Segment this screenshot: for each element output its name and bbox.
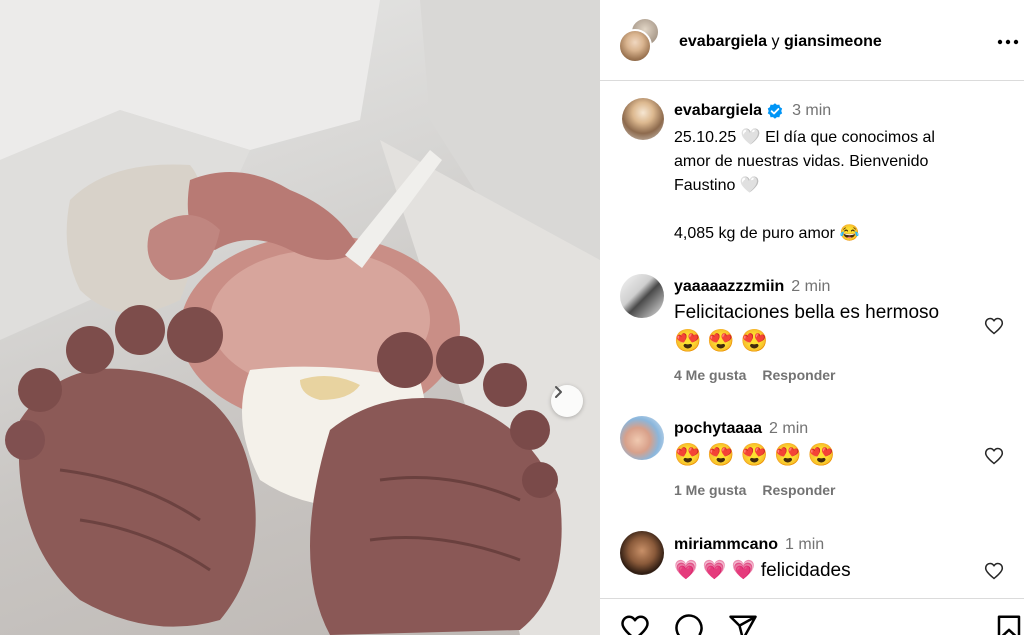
- heart-eyes-emoji-icon: 😍: [740, 328, 769, 353]
- post-header: evabargiela y giansimeone: [600, 0, 1024, 81]
- comment-likes-count[interactable]: 4 Me gusta: [674, 367, 746, 383]
- newborn-feet-photo: [0, 0, 600, 635]
- share-icon[interactable]: [728, 613, 758, 635]
- caption-line: 4,085 kg de puro amor: [674, 225, 835, 242]
- comment-time: 2 min: [791, 278, 831, 295]
- author-joiner: y: [771, 33, 780, 50]
- avatar: [618, 29, 652, 63]
- post-actions-bar: [600, 598, 1024, 635]
- post-authors: evabargiela y giansimeone: [679, 33, 882, 51]
- chevron-right-icon: [555, 386, 562, 398]
- heart-eyes-emoji-icon: 😍: [674, 328, 702, 353]
- pink-heart-emoji-icon: 💗 💗 💗: [674, 560, 756, 581]
- caption-line: amor de nuestras vidas. Bienvenido: [674, 153, 929, 170]
- comment-username[interactable]: yaaaaazzzmiin: [674, 278, 784, 296]
- reply-button[interactable]: Responder: [762, 367, 835, 383]
- next-photo-button[interactable]: [551, 385, 583, 417]
- comment-header: pochytaaaa 2 min: [674, 419, 808, 439]
- comment-meta: 1 Me gusta Responder: [674, 482, 835, 498]
- comment-header: yaaaaazzzmiin 2 min: [674, 277, 830, 297]
- caption-line: El día que conocimos al: [765, 129, 935, 146]
- heart-eyes-emoji-icon: 😍: [774, 442, 802, 467]
- comment-text-body: felicidades: [760, 560, 851, 581]
- author-link[interactable]: giansimeone: [784, 33, 882, 50]
- bookmark-icon[interactable]: [994, 613, 1024, 635]
- verified-badge-icon: [767, 103, 783, 119]
- avatar[interactable]: [620, 531, 664, 575]
- comment-time: 1 min: [785, 536, 825, 553]
- comment-emoji-row: 😍 😍 😍 😍 😍: [674, 442, 835, 468]
- heart-eyes-emoji-icon: 😍: [807, 442, 836, 467]
- post-photo[interactable]: [0, 0, 600, 635]
- post-detail-panel: evabargiela y giansimeone evabargiela 3 …: [600, 0, 1024, 635]
- caption-username[interactable]: evabargiela: [674, 102, 762, 120]
- comment-text: 💗 💗 💗 felicidades: [674, 558, 851, 584]
- comment-time: 2 min: [769, 420, 809, 437]
- caption-line: Faustino: [674, 177, 736, 194]
- heart-icon[interactable]: [984, 446, 1004, 466]
- heart-eyes-emoji-icon: 😍: [674, 442, 702, 467]
- caption-header: evabargiela 3 min: [674, 101, 831, 121]
- heart-icon[interactable]: [984, 316, 1004, 336]
- comment-emoji-row: 😍 😍 😍: [674, 328, 768, 354]
- heart-eyes-emoji-icon: 😍: [707, 442, 735, 467]
- white-heart-icon: 🤍: [740, 129, 761, 146]
- caption-time: 3 min: [792, 102, 832, 119]
- white-heart-icon: 🤍: [739, 177, 760, 194]
- like-post-icon[interactable]: [620, 613, 650, 635]
- comment-username[interactable]: miriammcano: [674, 536, 778, 554]
- comment-icon[interactable]: [674, 613, 704, 635]
- comment-text: Felicitaciones bella es hermoso: [674, 302, 940, 323]
- collab-avatars[interactable]: [618, 17, 664, 65]
- comment-meta: 4 Me gusta Responder: [674, 367, 835, 383]
- avatar[interactable]: [622, 98, 664, 140]
- more-options-icon[interactable]: [996, 30, 1020, 54]
- caption-date: 25.10.25: [674, 129, 737, 146]
- caption-text: 25.10.25 🤍 El día que conocimos al amor …: [674, 126, 1004, 246]
- avatar[interactable]: [620, 416, 664, 460]
- avatar[interactable]: [620, 274, 664, 318]
- author-link[interactable]: evabargiela: [679, 33, 767, 50]
- heart-eyes-emoji-icon: 😍: [740, 442, 769, 467]
- comment-username[interactable]: pochytaaaa: [674, 420, 762, 438]
- laughing-emoji-icon: 😂: [839, 225, 860, 242]
- heart-icon[interactable]: [984, 561, 1004, 581]
- comment-header: miriammcano 1 min: [674, 535, 824, 555]
- comment-likes-count[interactable]: 1 Me gusta: [674, 482, 746, 498]
- heart-eyes-emoji-icon: 😍: [707, 328, 735, 353]
- reply-button[interactable]: Responder: [762, 482, 835, 498]
